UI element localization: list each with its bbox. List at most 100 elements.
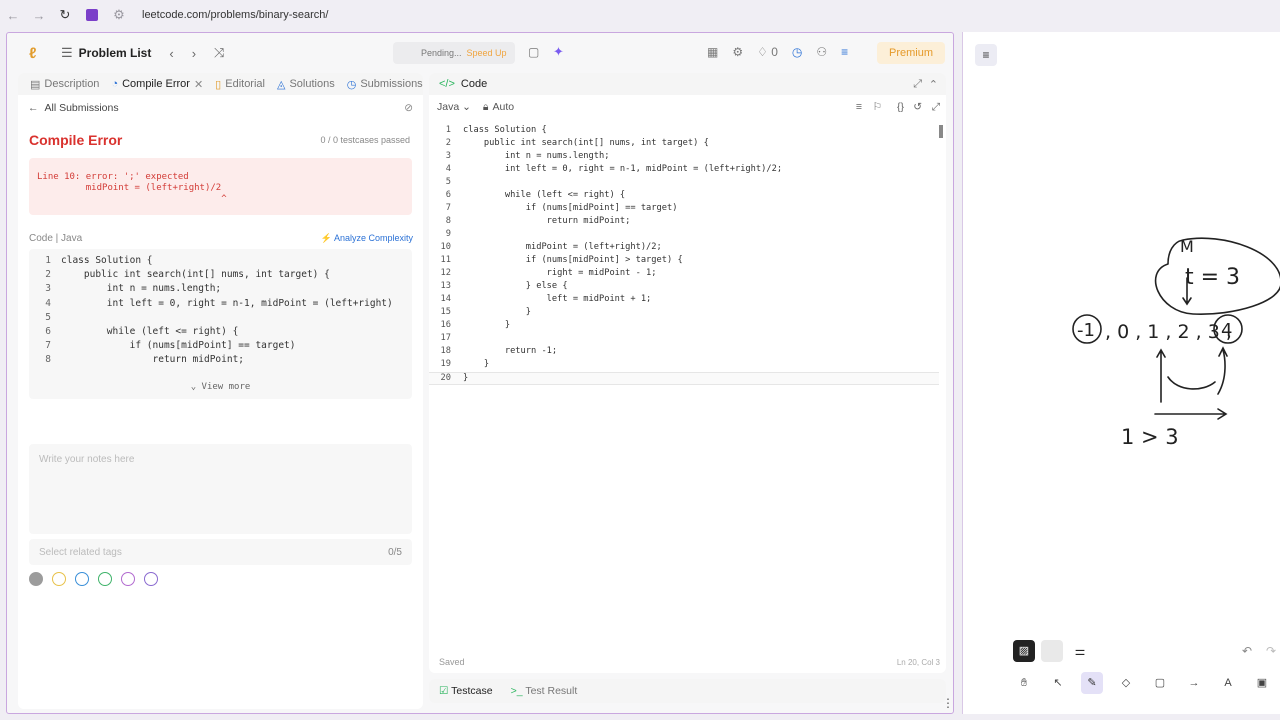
view-more-button[interactable]: ⌄ View more: [29, 382, 412, 392]
back-icon[interactable]: ←: [0, 8, 26, 23]
tab-submissions[interactable]: ◷ Submissions: [347, 78, 423, 91]
notes-input[interactable]: Write your notes here: [29, 444, 412, 534]
address-bar[interactable]: leetcode.com/problems/binary-search/: [142, 9, 328, 21]
eraser-icon[interactable]: ◇: [1115, 672, 1137, 694]
tab-solutions[interactable]: ◬ Solutions: [277, 78, 335, 91]
extension-icon[interactable]: [86, 9, 98, 21]
sliders-icon[interactable]: ⚌: [1069, 640, 1091, 662]
top-right-icons: ▦ ⚙ ♢ 0 ◷ ⚇ ≡: [707, 45, 848, 59]
editor-line[interactable]: 1 class Solution {: [429, 125, 941, 138]
fullscreen-icon[interactable]: ⤢: [932, 101, 940, 114]
editor-line[interactable]: 20}: [429, 372, 939, 385]
arrow-tool-icon[interactable]: →: [1183, 672, 1205, 694]
text-tool-icon[interactable]: A: [1217, 672, 1239, 694]
format-icon[interactable]: ≡: [856, 101, 862, 113]
editor-line[interactable]: 8 return midPoint;: [429, 216, 941, 229]
streak-fire-icon[interactable]: ♢ 0: [757, 45, 778, 59]
tab-description[interactable]: ▤ Description: [30, 78, 99, 91]
editor-line[interactable]: 19 }: [429, 359, 941, 372]
editor-line[interactable]: 17: [429, 333, 941, 346]
prev-problem-icon[interactable]: ‹: [169, 46, 173, 61]
testcase-label: Testcase: [451, 685, 493, 697]
editor-line[interactable]: 2 public int search(int[] nums, int targ…: [429, 138, 941, 151]
editor-line[interactable]: 7 if (nums[midPoint] == target): [429, 203, 941, 216]
auto-mode[interactable]: Auto: [493, 101, 515, 113]
close-icon[interactable]: ✕: [194, 78, 203, 91]
code-text: int n = nums.length;: [61, 283, 222, 295]
tab-compile-error[interactable]: ◔ Compile Error ✕: [111, 78, 203, 91]
color-blue[interactable]: [75, 572, 89, 586]
color-green[interactable]: [98, 572, 112, 586]
editor-line[interactable]: 9: [429, 229, 941, 242]
editor-line[interactable]: 11 if (nums[midPoint] > target) {: [429, 255, 941, 268]
all-submissions-row[interactable]: ← All Submissions ⊘: [18, 95, 423, 121]
shuffle-icon[interactable]: ⤨: [214, 45, 224, 61]
editor-line[interactable]: 5: [429, 177, 941, 190]
link-icon[interactable]: ⊘: [404, 102, 413, 114]
color-gray-selected[interactable]: [29, 572, 43, 586]
note-icon[interactable]: ▢: [528, 45, 539, 59]
line-number: 8: [45, 354, 51, 366]
language-select[interactable]: Java ⌄: [437, 101, 471, 113]
hatch-fill-icon[interactable]: ▨: [1013, 640, 1035, 662]
hand-icon[interactable]: ✋︎: [1013, 672, 1035, 694]
analyze-complexity-button[interactable]: ⚡ Analyze Complexity: [321, 233, 413, 244]
back-arrow-icon[interactable]: ←: [28, 102, 39, 114]
code-editor[interactable]: 1 class Solution {2 public int search(int…: [429, 125, 941, 385]
tab-editorial[interactable]: ▯ Editorial: [215, 78, 265, 91]
redo-icon[interactable]: ↷: [1266, 644, 1276, 658]
color-purple[interactable]: [144, 572, 158, 586]
transparent-fill-icon[interactable]: [1041, 640, 1063, 662]
editor-line[interactable]: 18 return -1;: [429, 346, 941, 359]
reload-icon[interactable]: ↻: [52, 7, 78, 23]
tags-count: 0/5: [388, 547, 402, 558]
leetcode-logo-icon[interactable]: ℓ: [29, 45, 43, 62]
rectangle-icon[interactable]: ▢: [1149, 672, 1171, 694]
editor-line[interactable]: 3 int n = nums.length;: [429, 151, 941, 164]
ai-sparkle-icon[interactable]: ✦: [553, 44, 564, 60]
tab-testcase[interactable]: ☑ Testcase: [439, 685, 493, 697]
next-problem-icon[interactable]: ›: [192, 46, 196, 61]
more-options-icon[interactable]: ⋮: [942, 696, 954, 710]
undo-icon[interactable]: ↶: [1242, 644, 1252, 658]
collapse-icon[interactable]: ⌃: [929, 78, 938, 91]
forward-icon[interactable]: →: [26, 8, 52, 23]
line-number: 18: [440, 346, 451, 356]
color-yellow[interactable]: [52, 572, 66, 586]
color-pink[interactable]: [121, 572, 135, 586]
editor-line[interactable]: 16 }: [429, 320, 941, 333]
tags-select[interactable]: Select related tags 0/5: [29, 539, 412, 565]
test-result-label: Test Result: [525, 685, 578, 697]
layout-icon[interactable]: ▦: [707, 45, 718, 59]
problem-list-link[interactable]: Problem List: [79, 46, 152, 60]
menu-icon[interactable]: ≡: [841, 45, 848, 59]
editor-line[interactable]: 10 midPoint = (left+right)/2;: [429, 242, 941, 255]
bookmark-icon[interactable]: ⚐: [873, 101, 882, 113]
reset-icon[interactable]: ↺: [913, 101, 922, 113]
premium-button[interactable]: Premium: [877, 42, 945, 64]
code-text: } else {: [463, 281, 568, 291]
settings-gear-icon[interactable]: ⚙: [732, 45, 743, 59]
problem-list-icon[interactable]: ☰: [61, 45, 73, 61]
pen-icon[interactable]: ✎: [1081, 672, 1103, 694]
line-number: 3: [445, 151, 451, 161]
timer-icon[interactable]: ◷: [792, 45, 802, 59]
editor-line[interactable]: 14 left = midPoint + 1;: [429, 294, 941, 307]
maximize-icon[interactable]: ⤢: [913, 78, 922, 91]
editor-line[interactable]: 6 while (left <= right) {: [429, 190, 941, 203]
all-submissions-link[interactable]: All Submissions: [45, 102, 119, 114]
hamburger-menu-icon[interactable]: ≡: [975, 44, 997, 66]
braces-icon[interactable]: {}: [897, 101, 904, 113]
editor-line[interactable]: 15 }: [429, 307, 941, 320]
editor-line[interactable]: 13 } else {: [429, 281, 941, 294]
image-icon[interactable]: ▣: [1251, 672, 1273, 694]
speed-up-link[interactable]: Speed Up: [467, 48, 507, 58]
tab-label: Solutions: [289, 78, 335, 90]
add-user-icon[interactable]: ⚇: [816, 45, 827, 59]
site-info-icon[interactable]: ⚙: [106, 7, 132, 23]
editor-line[interactable]: 4 int left = 0, right = n-1, midPoint = …: [429, 164, 941, 177]
pointer-icon[interactable]: ↖: [1047, 672, 1069, 694]
editor-line[interactable]: 12 right = midPoint - 1;: [429, 268, 941, 281]
tab-test-result[interactable]: >_ Test Result: [511, 685, 578, 697]
editor-scrollbar[interactable]: [939, 125, 943, 138]
